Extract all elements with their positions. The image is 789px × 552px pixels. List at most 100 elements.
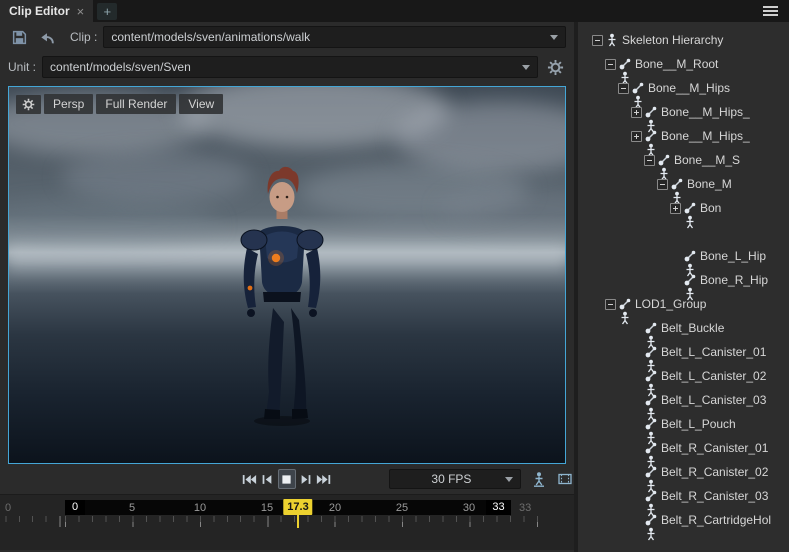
bone-icon <box>684 250 696 262</box>
view-button[interactable]: View <box>179 94 224 114</box>
node-icon <box>644 321 658 349</box>
unit-label: Unit : <box>8 60 37 74</box>
skeleton-icon <box>608 33 616 47</box>
bone-icon <box>645 370 657 382</box>
viewport[interactable]: Persp Full Render View <box>8 86 566 464</box>
skeleton-icon <box>686 215 694 229</box>
skip-to-end-button[interactable] <box>315 469 333 489</box>
node-icon <box>644 417 658 445</box>
tree-item[interactable]: Bone__M_S <box>578 148 789 181</box>
tree-expander-icon[interactable] <box>605 298 616 310</box>
timeline[interactable]: 0 0 5 10 15 20 25 30 33 33 17.3 <box>0 494 574 550</box>
viewport-settings-button[interactable] <box>16 94 41 114</box>
node-icon <box>644 393 658 421</box>
node-icon <box>644 441 658 469</box>
tree-item[interactable]: Belt_L_Canister_03 <box>578 388 789 421</box>
unit-settings-button[interactable] <box>544 56 566 78</box>
node-icon <box>605 33 619 47</box>
persp-button[interactable]: Persp <box>44 94 94 114</box>
tree-expander-icon[interactable] <box>631 130 642 142</box>
bone-icon <box>645 514 657 526</box>
bone-icon <box>645 346 657 358</box>
timeline-tick-label: 30 <box>462 502 476 514</box>
tree-item[interactable]: Belt_L_Canister_02 <box>578 364 789 397</box>
bone-icon <box>632 82 644 94</box>
bone-icon <box>645 442 657 454</box>
skeleton-icon <box>621 311 629 325</box>
tree-expander-icon[interactable] <box>644 154 655 166</box>
tree-expander-icon[interactable] <box>670 202 681 214</box>
tree-item-label: Bone__M_Hips_ <box>661 105 750 119</box>
tree-expander-icon[interactable] <box>631 106 642 118</box>
tree-item[interactable]: Skeleton Hierarchy <box>578 28 789 52</box>
timeline-max-label: 33 <box>519 502 532 514</box>
bone-icon <box>645 490 657 502</box>
minor-ticks <box>0 516 545 522</box>
tree-item[interactable]: Bone__M_Hips_ <box>578 100 789 133</box>
viewport-toolbar: Persp Full Render View <box>16 94 224 114</box>
tree-item[interactable]: Bone__M_Hips <box>578 76 789 109</box>
step-forward-icon <box>301 474 311 484</box>
tree-item[interactable]: Belt_R_Canister_01 <box>578 436 789 469</box>
tree-item-label: Bone__M_Root <box>635 57 719 71</box>
tree-item[interactable]: Belt_R_Canister_03 <box>578 484 789 517</box>
tree-item[interactable]: Bone_M <box>578 172 789 205</box>
tab-clip-editor[interactable]: Clip Editor × <box>0 0 94 22</box>
gear-icon <box>547 59 563 75</box>
clip-start-label: 0 <box>65 500 85 515</box>
tree-item[interactable]: Belt_R_Canister_02 <box>578 460 789 493</box>
node-icon <box>644 345 658 373</box>
tree-expander-icon[interactable] <box>605 58 616 70</box>
save-icon <box>12 30 26 44</box>
bone-icon <box>645 466 657 478</box>
undo-icon <box>40 32 54 43</box>
bone-icon <box>671 178 683 190</box>
tree-expander-icon[interactable] <box>657 178 668 190</box>
chevron-down-icon <box>550 34 558 40</box>
unit-select-value: content/models/sven/Sven <box>50 60 191 74</box>
timeline-tick-label: 5 <box>128 502 136 514</box>
clip-select[interactable]: content/models/sven/animations/walk <box>103 26 566 48</box>
timeline-tick-label: 15 <box>260 502 274 514</box>
unit-select[interactable]: content/models/sven/Sven <box>42 56 538 78</box>
tree-item-label: Belt_L_Pouch <box>661 417 736 431</box>
fps-select[interactable]: 30 FPS <box>389 469 522 489</box>
tree-item[interactable]: Bone_L_Hip <box>578 244 789 277</box>
save-button[interactable] <box>8 26 30 48</box>
bone-icon <box>684 202 696 214</box>
tree-expander-icon[interactable] <box>592 34 603 46</box>
bone-icon <box>619 298 631 310</box>
tree-item-label: Belt_R_CartridgeHol <box>661 513 772 527</box>
tree-item-label: Belt_L_Canister_03 <box>661 393 767 407</box>
tree-item[interactable]: Bone__M_Hips_ <box>578 124 789 157</box>
close-icon[interactable]: × <box>77 5 85 18</box>
full-render-button[interactable]: Full Render <box>96 94 177 114</box>
skip-to-end-icon <box>317 474 331 484</box>
skip-to-start-button[interactable] <box>240 469 258 489</box>
panel-menu-button[interactable] <box>761 2 780 20</box>
tree-item[interactable]: Belt_Buckle <box>578 316 789 349</box>
skeleton-hierarchy-panel: Skeleton Hierarchy Bone__M_Root Bone__M_… <box>578 22 789 552</box>
tree-item-label: Belt_Buckle <box>661 321 725 335</box>
tree-item[interactable]: Bone__M_Root <box>578 52 789 85</box>
node-icon <box>618 297 632 325</box>
tree-item[interactable]: Belt_R_CartridgeHol <box>578 508 789 541</box>
step-forward-button[interactable] <box>297 469 315 489</box>
tree-item[interactable]: Belt_L_Canister_01 <box>578 340 789 373</box>
stop-button[interactable] <box>277 469 296 489</box>
undo-button[interactable] <box>36 26 58 48</box>
clip-toolbar: Clip : content/models/sven/animations/wa… <box>0 22 574 52</box>
new-tab-button[interactable]: + <box>97 2 118 20</box>
tab-bar: Clip Editor × + <box>0 0 789 22</box>
camera-film-toggle-button[interactable] <box>557 469 574 489</box>
tree-item[interactable]: Belt_L_Pouch <box>578 412 789 445</box>
node-icon <box>683 201 697 229</box>
bone-icon <box>645 418 657 430</box>
tree-expander-icon[interactable] <box>618 82 629 94</box>
chevron-down-icon <box>522 64 530 70</box>
tree-item-label: Bon <box>700 201 722 215</box>
character-pose-toggle-button[interactable] <box>530 469 547 489</box>
character-model <box>240 166 324 426</box>
step-back-button[interactable] <box>258 469 276 489</box>
playhead-frame-label[interactable]: 17.3 <box>283 499 313 515</box>
